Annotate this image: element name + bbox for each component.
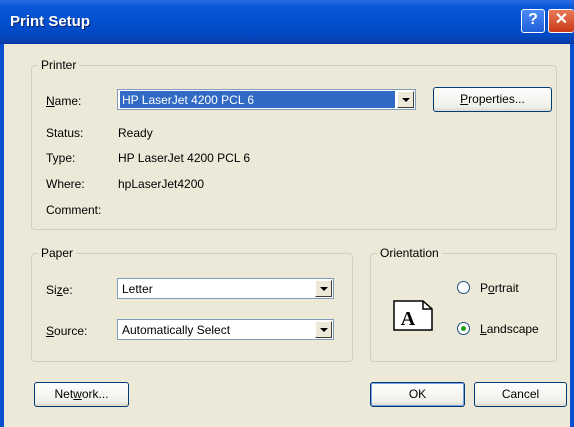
properties-button[interactable]: Properties...	[433, 87, 552, 112]
type-value: HP LaserJet 4200 PCL 6	[118, 151, 251, 165]
chevron-down-icon[interactable]	[397, 91, 414, 108]
window-title: Print Setup	[10, 13, 91, 30]
landscape-page-icon: A	[393, 300, 433, 331]
close-icon: ✕	[554, 11, 569, 28]
name-label: Name:	[46, 94, 82, 108]
window-border-right	[570, 44, 574, 427]
paper-size-select[interactable]: Letter	[117, 278, 334, 299]
landscape-radio[interactable]	[457, 322, 470, 335]
chevron-down-icon[interactable]	[315, 321, 332, 338]
comment-label: Comment:	[46, 203, 102, 217]
printer-group-label: Printer	[41, 58, 77, 72]
ok-button[interactable]: OK	[370, 382, 465, 407]
close-button[interactable]: ✕	[548, 9, 574, 33]
portrait-label[interactable]: Portrait	[480, 281, 519, 295]
paper-group: Paper	[31, 246, 353, 362]
size-label: Size:	[46, 283, 73, 297]
portrait-radio[interactable]	[457, 281, 470, 294]
help-icon: ?	[528, 11, 538, 28]
orientation-group-label: Orientation	[380, 246, 439, 260]
type-label: Type:	[46, 151, 76, 165]
status-label: Status:	[46, 126, 84, 140]
printer-group: Printer	[31, 58, 557, 230]
window-border-left	[0, 44, 4, 427]
title-bar: Print Setup ? ✕	[0, 0, 574, 44]
landscape-label[interactable]: Landscape	[480, 322, 539, 336]
source-label: Source:	[46, 324, 88, 338]
status-value: Ready	[118, 126, 153, 140]
where-label: Where:	[46, 177, 85, 191]
paper-size-value: Letter	[122, 282, 153, 296]
paper-source-select[interactable]: Automatically Select	[117, 319, 334, 340]
paper-source-value: Automatically Select	[122, 323, 231, 337]
cancel-button[interactable]: Cancel	[474, 382, 567, 407]
where-value: hpLaserJet4200	[118, 177, 205, 191]
network-button[interactable]: Network...	[34, 382, 129, 407]
printer-name-value: HP LaserJet 4200 PCL 6	[120, 91, 395, 108]
printer-name-select[interactable]: HP LaserJet 4200 PCL 6	[117, 89, 416, 110]
page-icon-letter: A	[401, 308, 416, 330]
paper-group-label: Paper	[41, 246, 74, 260]
help-button[interactable]: ?	[521, 9, 545, 33]
chevron-down-icon[interactable]	[315, 280, 332, 297]
